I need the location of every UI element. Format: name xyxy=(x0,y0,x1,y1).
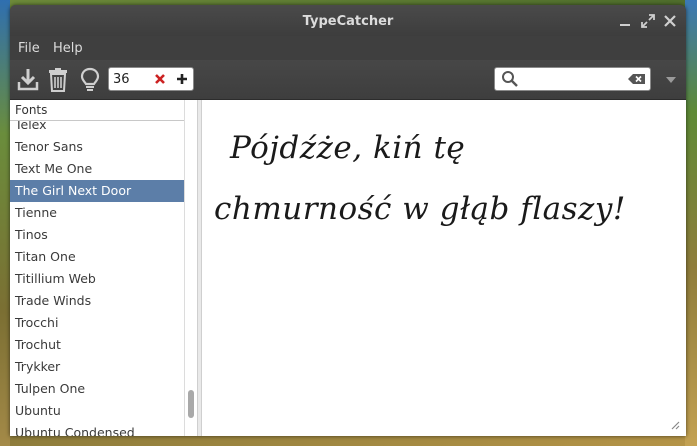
font-list-rows: Telex Tenor Sans Text Me One The Girl Ne… xyxy=(10,114,184,436)
list-item[interactable]: Tenor Sans xyxy=(10,136,184,158)
download-button[interactable] xyxy=(15,66,41,94)
app-window: TypeCatcher File Help 36 Fonts Telex Ten… xyxy=(10,5,686,436)
search-field xyxy=(494,67,651,91)
list-item[interactable]: Trocchi xyxy=(10,312,184,334)
toolbar xyxy=(10,60,686,100)
menu-file[interactable]: File xyxy=(18,41,40,56)
x-icon xyxy=(155,74,165,84)
menu-help[interactable]: Help xyxy=(53,41,83,56)
trash-icon xyxy=(49,68,67,92)
lightbulb-icon xyxy=(80,67,100,91)
preview-line-1: Pójdźże, kiń tę xyxy=(230,130,466,166)
minimize-button[interactable] xyxy=(617,13,633,29)
menu-bar: File Help xyxy=(10,36,686,60)
preview-line-2: chmurność w głąb flaszy! xyxy=(214,191,626,227)
desktop-background-left xyxy=(0,0,10,446)
list-item[interactable]: Tinos xyxy=(10,224,184,246)
title-bar[interactable]: TypeCatcher xyxy=(10,5,686,36)
search-icon xyxy=(502,71,518,87)
plus-icon xyxy=(177,74,187,84)
delete-button[interactable] xyxy=(45,66,71,94)
minimize-icon xyxy=(620,24,630,26)
add-size-button[interactable] xyxy=(175,70,189,88)
font-preview-area[interactable]: Pójdźże, kiń tę chmurność w głąb flaszy! xyxy=(202,100,686,436)
font-list-scrollbar[interactable] xyxy=(184,100,197,436)
clear-search-icon[interactable] xyxy=(628,73,646,85)
list-item[interactable]: Titillium Web xyxy=(10,268,184,290)
list-item[interactable]: Text Me One xyxy=(10,158,184,180)
list-item[interactable]: Tulpen One xyxy=(10,378,184,400)
list-item[interactable]: Trykker xyxy=(10,356,184,378)
font-size-field xyxy=(108,67,194,91)
list-item[interactable]: Tienne xyxy=(10,202,184,224)
list-item[interactable]: Trade Winds xyxy=(10,290,184,312)
scrollbar-thumb[interactable] xyxy=(188,390,194,418)
font-list: Fonts Telex Tenor Sans Text Me One The G… xyxy=(10,100,197,436)
chevron-down-icon[interactable] xyxy=(665,75,677,85)
preview-text: Pójdźże, kiń tę chmurność w głąb flaszy! xyxy=(214,118,654,240)
list-item[interactable]: Trochut xyxy=(10,334,184,356)
download-icon xyxy=(17,69,39,91)
close-button[interactable] xyxy=(662,13,678,29)
font-size-input[interactable] xyxy=(113,71,147,87)
maximize-icon xyxy=(641,14,655,28)
clear-size-button[interactable] xyxy=(153,71,167,87)
desktop-background-right xyxy=(685,0,697,446)
search-input[interactable] xyxy=(520,71,620,87)
list-item[interactable]: Ubuntu xyxy=(10,400,184,422)
list-item[interactable]: Titan One xyxy=(10,246,184,268)
maximize-button[interactable] xyxy=(640,13,656,29)
resize-grip-icon[interactable] xyxy=(670,420,680,430)
list-item-selected[interactable]: The Girl Next Door xyxy=(10,180,184,202)
info-button[interactable] xyxy=(77,66,103,94)
window-title: TypeCatcher xyxy=(302,14,394,29)
font-list-header-label: Fonts xyxy=(15,103,48,117)
close-icon xyxy=(664,15,676,27)
font-list-header[interactable]: Fonts xyxy=(10,100,184,121)
list-item[interactable]: Ubuntu Condensed xyxy=(10,422,184,436)
